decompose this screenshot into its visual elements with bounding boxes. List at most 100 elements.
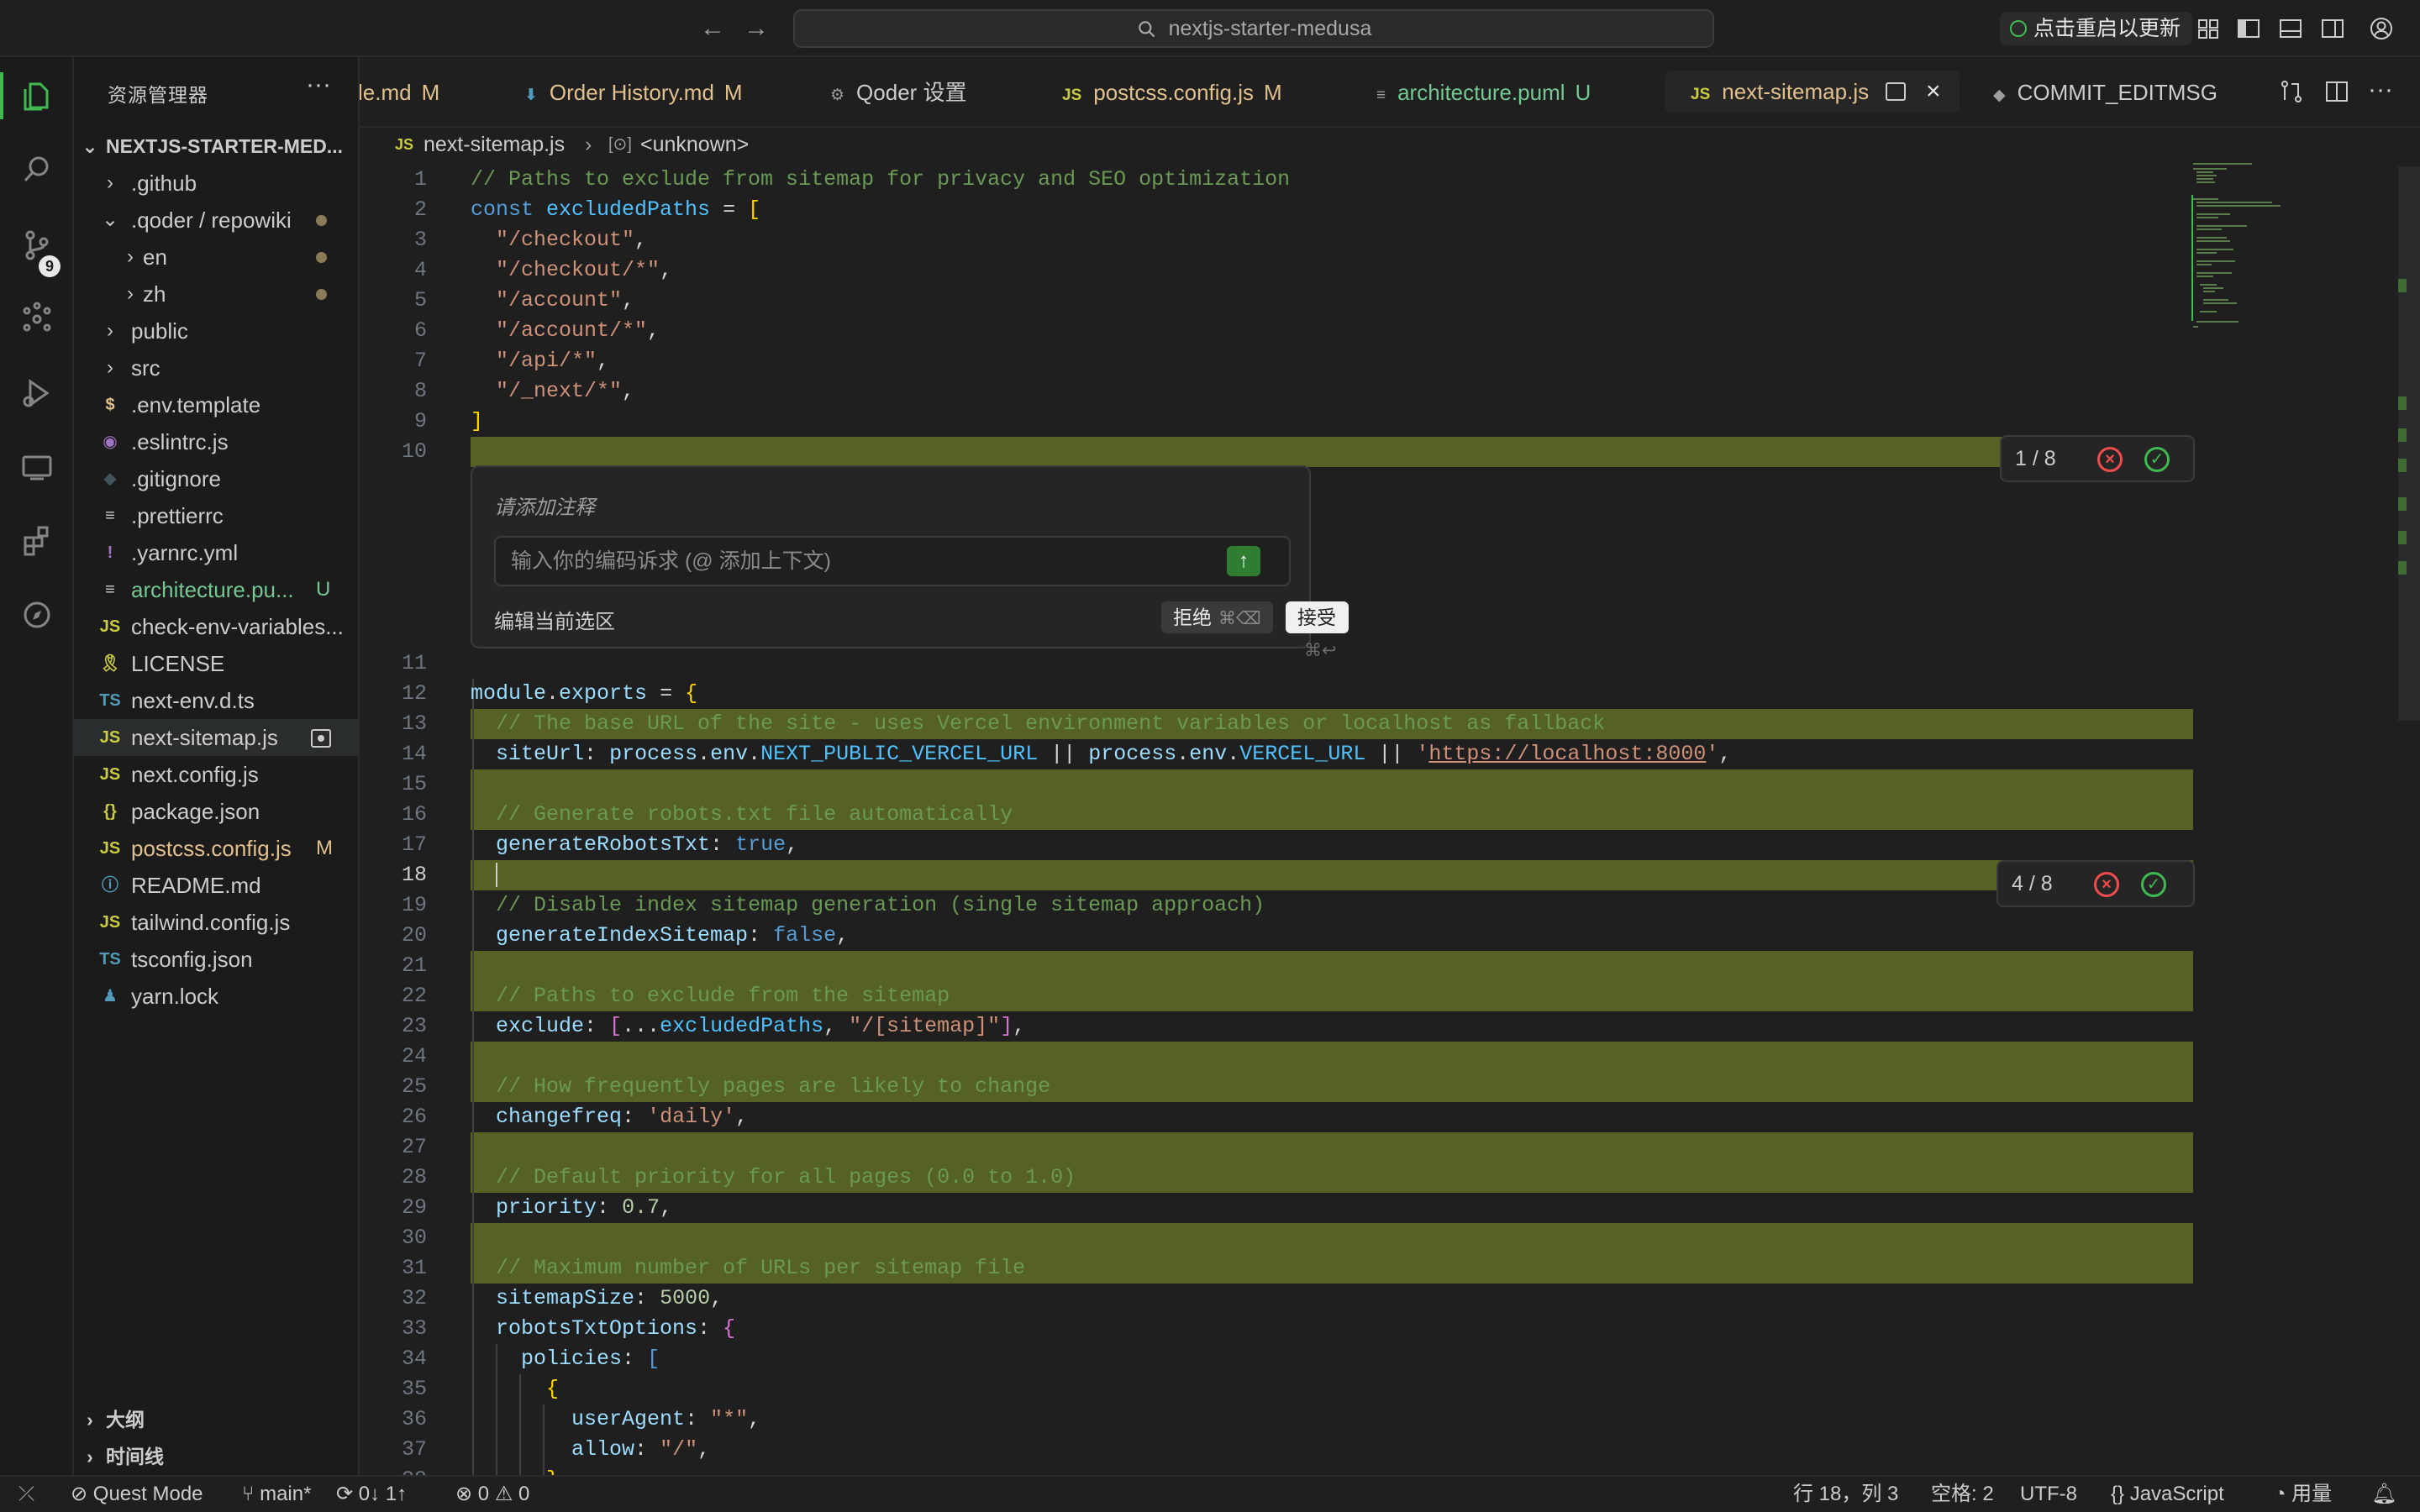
extensions-activity[interactable]: [0, 504, 74, 578]
send-arrow-icon[interactable]: ↑: [1227, 546, 1260, 576]
encoding[interactable]: UTF-8: [2020, 1477, 2077, 1512]
customize-layout-icon[interactable]: [2195, 15, 2222, 42]
line-number: 26: [401, 1105, 427, 1129]
tree-item[interactable]: $ .env.template: [74, 386, 360, 423]
scrollbar-thumb[interactable]: [2398, 166, 2420, 721]
language-mode[interactable]: {} JavaScript: [2111, 1477, 2224, 1512]
remote-icon[interactable]: ⤫: [18, 1477, 34, 1512]
tab-label: next-sitemap.js: [1722, 79, 1870, 104]
breadcrumb-file[interactable]: next-sitemap.js: [424, 128, 565, 161]
split-editor-icon[interactable]: [2323, 77, 2351, 106]
tree-item-label: src: [131, 355, 160, 381]
tree-item[interactable]: ◉ .eslintrc.js: [74, 423, 360, 460]
run-debug-activity[interactable]: [0, 356, 74, 430]
tree-item[interactable]: › public: [74, 312, 360, 349]
tree-item[interactable]: ⓘ README.md: [74, 867, 360, 904]
tab-item[interactable]: ◆ COMMIT_EDITMSG: [1993, 57, 2217, 126]
accept-hunk-icon[interactable]: ✓: [2141, 872, 2166, 897]
outline-section[interactable]: › 大纲: [74, 1401, 360, 1438]
explorer-activity[interactable]: [0, 59, 74, 133]
problems-item[interactable]: ⊗ 0 ⚠ 0: [455, 1477, 529, 1512]
back-arrow-icon[interactable]: ←: [697, 13, 728, 44]
cursor-position[interactable]: 行 18，列 3: [1793, 1477, 1898, 1512]
search-activity[interactable]: [0, 133, 74, 207]
language-label: JavaScript: [2129, 1483, 2224, 1505]
tree-item[interactable]: ≡ .prettierrc: [74, 497, 360, 534]
restart-to-update-button[interactable]: 点击重启以更新: [2000, 12, 2193, 45]
line-number: 32: [401, 1286, 427, 1310]
tree-item[interactable]: ≡ architecture.pu... U: [74, 571, 360, 608]
notifications-bell-icon[interactable]: 🔔︎: [2371, 1477, 2396, 1512]
line-number: 6: [413, 318, 427, 343]
tab-item[interactable]: JS postcss.config.js M: [1062, 57, 1282, 126]
tree-item[interactable]: {} package.json: [74, 793, 360, 830]
command-center-search[interactable]: nextjs-starter-medusa: [793, 9, 1714, 48]
usage-item[interactable]: ◔ 用量: [2274, 1477, 2332, 1512]
breadcrumb: JS next-sitemap.js › [⊙] <unknown>: [360, 128, 2420, 161]
code-line-28: // Default priority for all pages (0.0 t…: [496, 1165, 1076, 1189]
indentation[interactable]: 空格: 2: [1931, 1477, 1994, 1512]
tree-item[interactable]: ◆ .gitignore: [74, 460, 360, 497]
tree-item[interactable]: › src: [74, 349, 360, 386]
tree-item[interactable]: TS next-env.d.ts: [74, 682, 360, 719]
branch-item[interactable]: ⑂ main*: [242, 1477, 311, 1512]
inline-chat-input[interactable]: 输入你的编码诉求 (@ 添加上下文): [494, 536, 1291, 586]
tree-item[interactable]: › .github: [74, 165, 360, 202]
open-changes-icon[interactable]: [2277, 77, 2306, 106]
toggle-secondary-sidebar-icon[interactable]: [2319, 15, 2346, 42]
forward-arrow-icon[interactable]: →: [741, 13, 771, 44]
line-number: 11: [401, 651, 427, 675]
tree-item-label: public: [131, 318, 188, 344]
toggle-primary-sidebar-icon[interactable]: [2235, 15, 2262, 42]
tree-item-label: postcss.config.js: [131, 836, 292, 861]
tree-item[interactable]: JS tailwind.config.js: [74, 904, 360, 941]
remote-explorer-activity[interactable]: [0, 430, 74, 504]
code-line-38: }: [471, 1465, 559, 1475]
compass-activity[interactable]: [0, 578, 74, 652]
tree-item[interactable]: JS next.config.js: [74, 756, 360, 793]
quest-mode-item[interactable]: ⊘ Quest Mode: [71, 1477, 203, 1512]
tab-item[interactable]: ⬇ Order History.md M: [524, 57, 743, 126]
timeline-section[interactable]: › 时间线: [74, 1438, 360, 1475]
accept-hunk-icon[interactable]: ✓: [2144, 447, 2170, 472]
toggle-panel-icon[interactable]: [2277, 15, 2304, 42]
close-icon[interactable]: ×: [1926, 71, 1941, 113]
line-number: 37: [401, 1437, 427, 1462]
tree-item[interactable]: JS check-env-variables...: [74, 608, 360, 645]
scrollbar-change-marker: [2398, 279, 2407, 292]
more-actions-icon[interactable]: ···: [306, 71, 331, 99]
reject-hunk-icon[interactable]: ×: [2094, 872, 2119, 897]
tree-item[interactable]: ⌄ .qoder / repowiki: [74, 202, 360, 239]
minimap[interactable]: [2191, 161, 2284, 346]
git-graph-activity[interactable]: [0, 282, 74, 356]
sync-item[interactable]: ⟳ 0↓ 1↑: [336, 1477, 407, 1512]
tab-active[interactable]: JS next-sitemap.js ×: [1665, 71, 1960, 113]
tree-item[interactable]: 🎗 LICENSE: [74, 645, 360, 682]
tab-item[interactable]: ≡ architecture.puml U: [1376, 57, 1591, 126]
workspace-root-label: NEXTJS-STARTER-MED...: [106, 135, 343, 157]
tab-item[interactable]: ⚙ Qoder 设置: [830, 57, 967, 126]
tree-item[interactable]: › en: [74, 239, 360, 276]
sync-label: 0↓ 1↑: [358, 1483, 408, 1505]
tree-item-label: next.config.js: [131, 762, 259, 787]
files-icon: [24, 82, 49, 111]
accept-button[interactable]: 接受 ⌘↩: [1286, 601, 1349, 660]
more-actions-icon[interactable]: ···: [2368, 77, 2396, 106]
branch-label: main*: [260, 1483, 312, 1505]
source-control-activity[interactable]: 9: [0, 208, 74, 282]
breadcrumb-symbol[interactable]: <unknown>: [640, 128, 749, 161]
workspace-root[interactable]: ⌄ NEXTJS-STARTER-MED...: [74, 128, 360, 165]
tree-item[interactable]: TS tsconfig.json: [74, 941, 360, 978]
code-editor[interactable]: 1 2 3 4 5 6 7 8 9 10 11 12 13 14 15 16 17 18 19 20 21 22 23 24 2…: [360, 161, 2420, 1475]
tree-item[interactable]: ♟ yarn.lock: [74, 978, 360, 1015]
reject-hunk-icon[interactable]: ×: [2097, 447, 2123, 472]
tree-item[interactable]: JS next-sitemap.js: [74, 719, 360, 756]
tree-item[interactable]: JS postcss.config.js M: [74, 830, 360, 867]
inline-chat-widget: 请添加注释 输入你的编码诉求 (@ 添加上下文) ↑ 编辑当前选区 拒绝 ⌘⌫ 接…: [471, 465, 1349, 660]
tab-item[interactable]: le.md M: [360, 57, 439, 126]
code-line-18: [471, 860, 498, 890]
tree-item[interactable]: › zh: [74, 276, 360, 312]
account-icon[interactable]: [2368, 15, 2395, 42]
tree-item[interactable]: ! .yarnrc.yml: [74, 534, 360, 571]
reject-button[interactable]: 拒绝 ⌘⌫: [1161, 601, 1273, 633]
